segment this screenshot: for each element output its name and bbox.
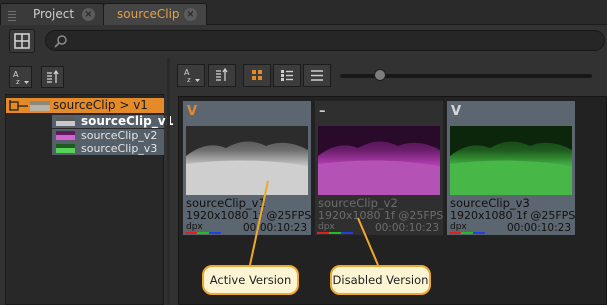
callout-leaders bbox=[249, 180, 379, 266]
callout-active-version: Active Version bbox=[202, 265, 299, 295]
callout-disabled-version: Disabled Version bbox=[330, 265, 431, 295]
